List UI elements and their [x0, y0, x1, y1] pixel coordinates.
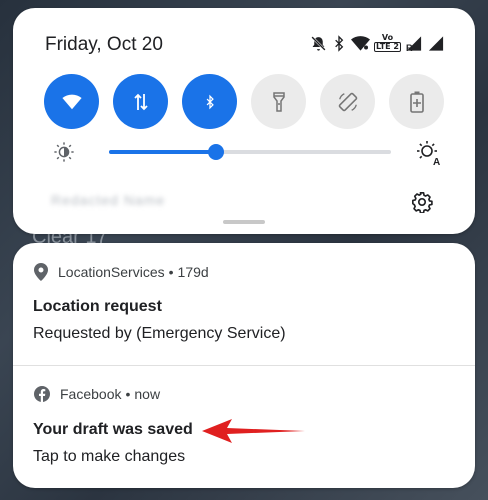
data-arrows-icon [133, 93, 148, 110]
tile-battery-saver[interactable] [389, 74, 444, 129]
volte-label-bottom: LTE 2 [373, 42, 401, 52]
quick-settings-panel: Friday, Oct 20 Vo LTE 2 R A Redacted Nam… [13, 8, 475, 234]
notification-title: Location request [33, 298, 162, 315]
tile-mobile-data[interactable] [113, 74, 168, 129]
notification-time: 179d [177, 264, 209, 280]
blurred-account-name: Redacted Name [51, 192, 166, 208]
notification-separator: • [125, 386, 131, 402]
battery-saver-icon [409, 91, 424, 113]
brightness-slider[interactable] [109, 144, 391, 160]
red-arrow-icon [202, 419, 305, 443]
location-pin-icon [34, 263, 48, 281]
date-label: Friday, Oct 20 [45, 34, 163, 55]
notification-app-name: Facebook [60, 386, 122, 402]
notification-list: LocationServices • 179d Location request R… [13, 243, 475, 488]
tile-flashlight[interactable] [251, 74, 306, 129]
roaming-letter: R [406, 42, 413, 53]
notification-body: Tap to make changes [33, 448, 186, 465]
brightness-fill [109, 150, 217, 154]
status-bar-icons: Vo LTE 2 R [310, 33, 445, 53]
auto-brightness-icon[interactable]: A [416, 140, 442, 166]
facebook-icon [34, 386, 50, 402]
volte-icon: Vo LTE 2 [373, 33, 401, 52]
notification-header: Facebook • now [34, 386, 160, 402]
notification-separator: • [168, 264, 174, 280]
panel-drag-handle[interactable] [223, 220, 265, 224]
settings-gear-icon[interactable] [411, 191, 433, 213]
notification-app-name: LocationServices [58, 264, 165, 280]
flashlight-icon [272, 91, 285, 112]
quick-settings-tiles [44, 74, 444, 129]
tile-bluetooth[interactable] [182, 74, 237, 129]
wifi-icon [61, 94, 82, 109]
notification-header: LocationServices • 179d [34, 263, 209, 281]
notification-body: Requested by (Emergency Service) [33, 325, 286, 342]
notification-location[interactable]: LocationServices • 179d Location request R… [13, 243, 475, 365]
brightness-low-icon [54, 142, 74, 162]
signal-icon [428, 35, 444, 51]
notification-title: Your draft was saved [33, 421, 193, 438]
brightness-thumb[interactable] [208, 144, 225, 160]
wifi-icon [350, 35, 370, 51]
notification-time: now [134, 386, 161, 402]
volte-label-top: Vo [381, 33, 394, 42]
tile-auto-rotate[interactable] [320, 74, 375, 129]
bluetooth-icon [206, 94, 214, 109]
signal-r-icon: R [405, 35, 423, 53]
tile-wifi[interactable] [44, 74, 99, 129]
bluetooth-icon [335, 34, 344, 52]
svg-text:A: A [433, 157, 440, 166]
dnd-off-icon [311, 35, 326, 51]
auto-rotate-icon [338, 92, 357, 111]
